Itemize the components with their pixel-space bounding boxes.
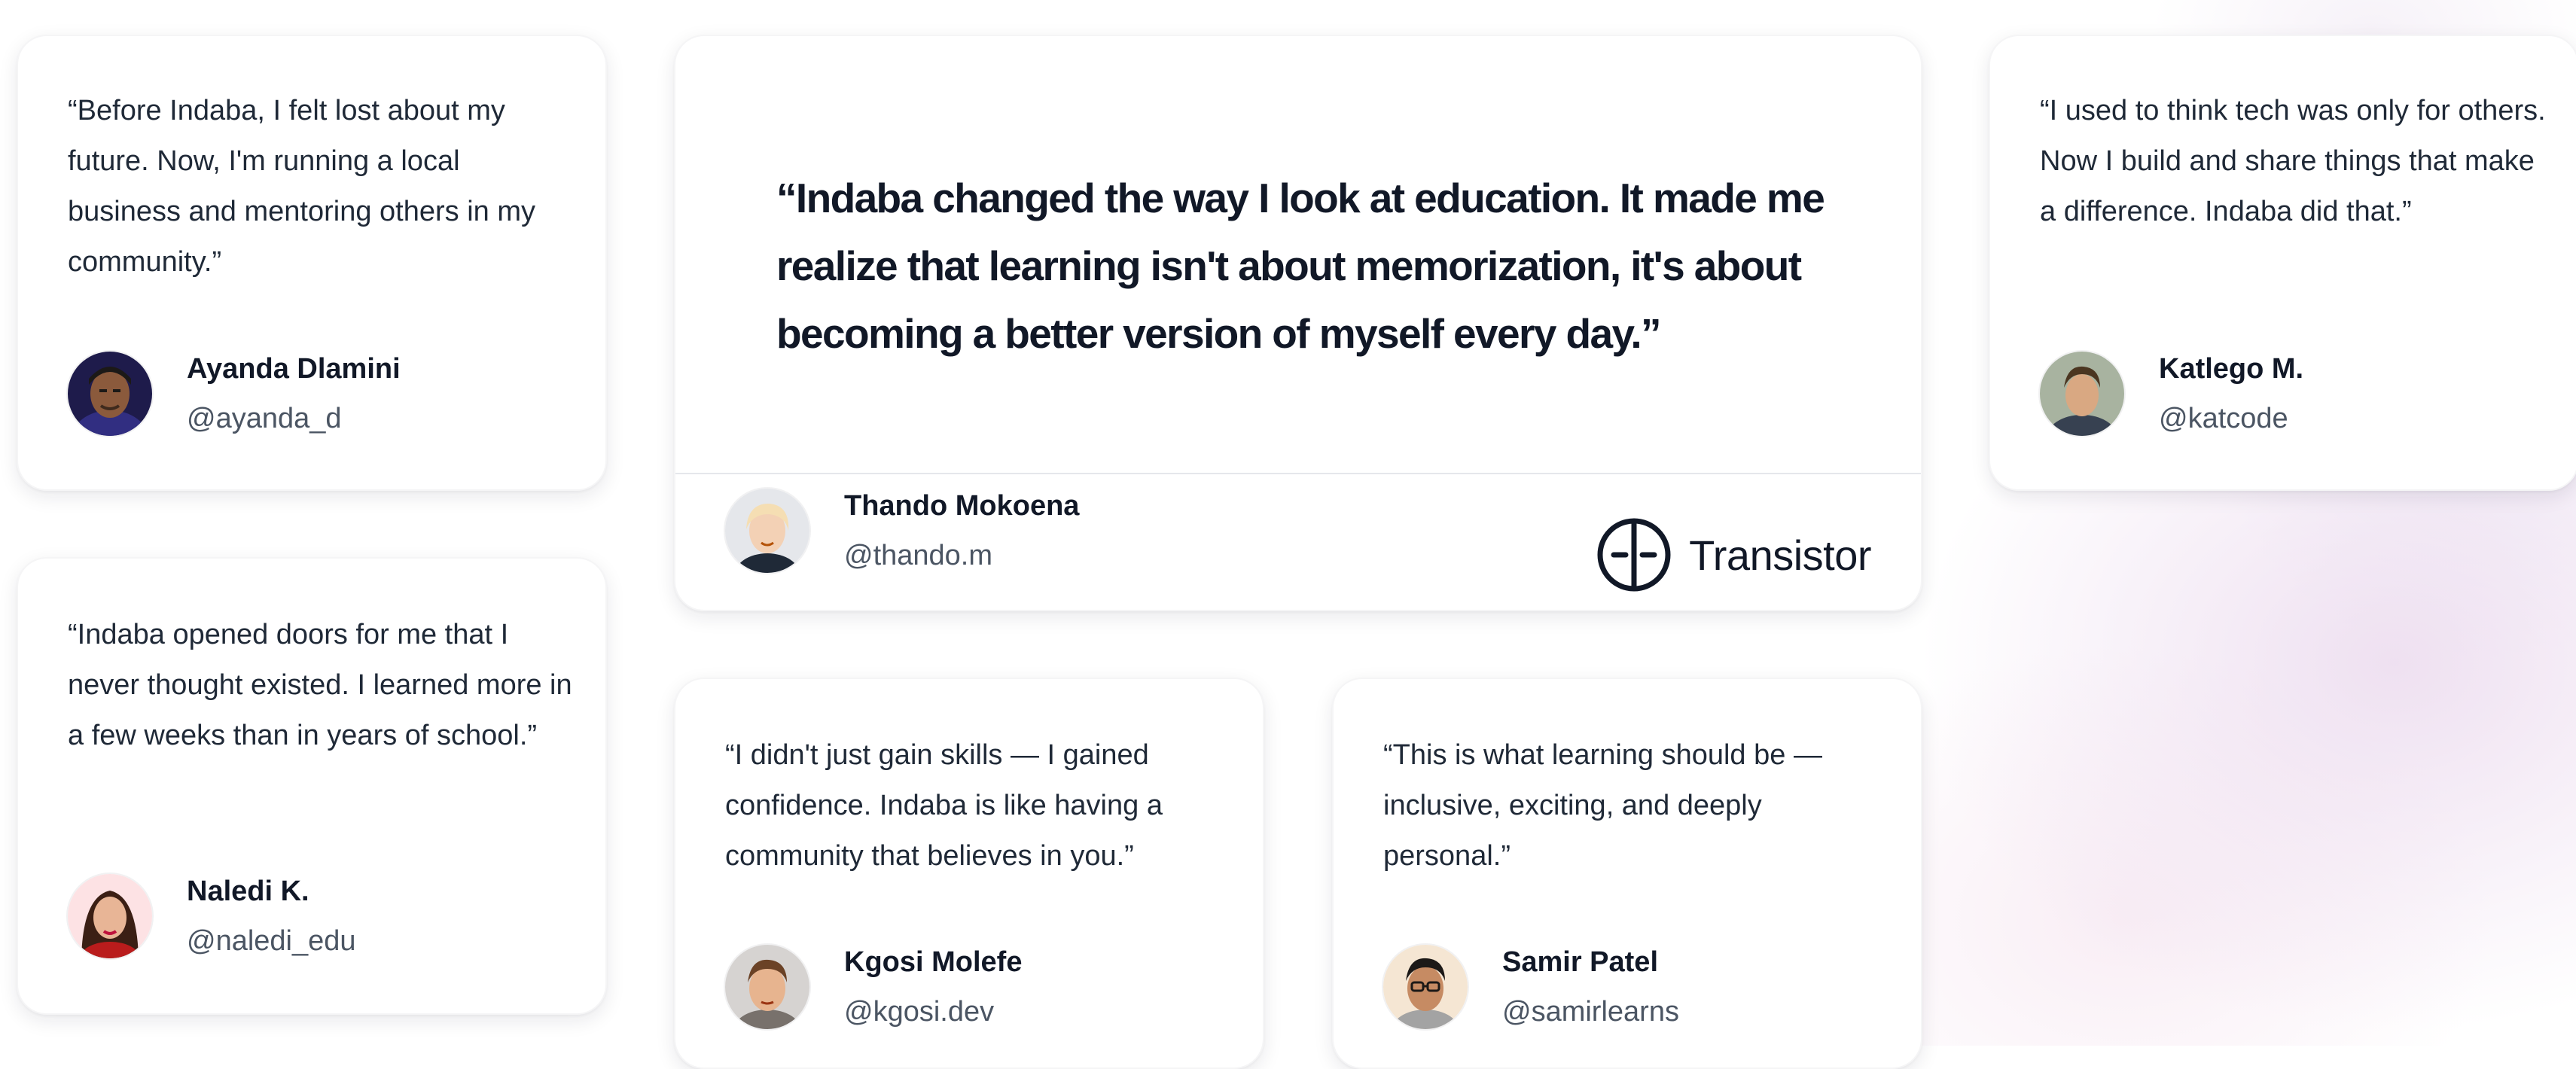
testimonial-quote: “This is what learning should be — inclu…: [1383, 739, 1822, 872]
testimonial-author: Katlego M. @katcode: [2040, 348, 2303, 440]
company-logo: Transistor: [1597, 518, 1871, 592]
testimonial-author: Ayanda Dlamini @ayanda_d: [68, 348, 401, 440]
testimonial-author: Naledi K. @naledi_edu: [68, 870, 356, 962]
company-logo-text: Transistor: [1689, 531, 1871, 579]
author-name: Naledi K.: [187, 876, 309, 907]
testimonial-quote: “I didn't just gain skills — I gained co…: [725, 739, 1163, 872]
testimonial-card-kgosi: “I didn't just gain skills — I gained co…: [674, 678, 1264, 1069]
author-name: Kgosi Molefe: [844, 946, 1023, 978]
testimonial-card-naledi: “Indaba opened doors for me that I never…: [17, 557, 607, 1015]
testimonial-author: Thando Mokoena @thando.m: [725, 485, 1079, 577]
testimonial-card-samir: “This is what learning should be — inclu…: [1332, 678, 1922, 1069]
author-handle[interactable]: @ayanda_d: [187, 397, 401, 440]
author-name: Samir Patel: [1502, 946, 1658, 978]
avatar: [68, 352, 152, 436]
card-divider: [675, 473, 1921, 474]
author-name: Thando Mokoena: [844, 490, 1080, 522]
author-handle[interactable]: @thando.m: [844, 534, 1079, 577]
testimonial-author: Kgosi Molefe @kgosi.dev: [725, 941, 1022, 1033]
avatar: [2040, 352, 2124, 436]
author-handle[interactable]: @kgosi.dev: [844, 991, 1022, 1033]
avatar: [68, 874, 152, 958]
featured-quote: “Indaba changed the way I look at educat…: [776, 175, 1825, 357]
avatar: [1383, 945, 1468, 1029]
transistor-logo-icon: [1597, 518, 1671, 592]
author-name: Ayanda Dlamini: [187, 353, 401, 385]
testimonial-quote: “Indaba opened doors for me that I never…: [68, 619, 572, 751]
author-name: Katlego M.: [2159, 353, 2304, 385]
testimonial-quote: “Before Indaba, I felt lost about my fut…: [68, 95, 535, 278]
testimonial-quote: “I used to think tech was only for other…: [2040, 95, 2546, 227]
avatar: [725, 489, 809, 573]
testimonial-card-ayanda: “Before Indaba, I felt lost about my fut…: [17, 35, 607, 491]
author-handle[interactable]: @samirlearns: [1502, 991, 1679, 1033]
avatar: [725, 945, 809, 1029]
featured-testimonial-card: “Indaba changed the way I look at educat…: [674, 35, 1922, 611]
testimonial-author: Samir Patel @samirlearns: [1383, 941, 1679, 1033]
author-handle[interactable]: @katcode: [2159, 397, 2303, 440]
testimonial-card-katlego: “I used to think tech was only for other…: [1989, 35, 2576, 491]
author-handle[interactable]: @naledi_edu: [187, 920, 356, 962]
